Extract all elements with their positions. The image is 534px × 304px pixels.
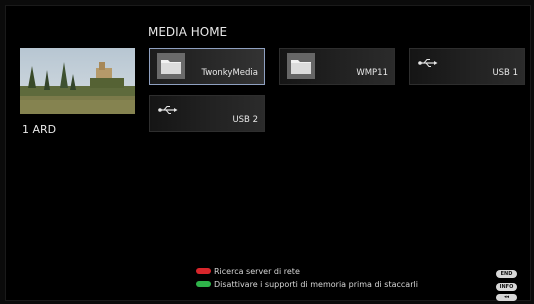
source-label: USB 2 <box>232 115 258 125</box>
source-label: USB 1 <box>492 68 518 78</box>
info-key-icon: INFO <box>496 283 517 291</box>
usb-icon <box>158 106 178 114</box>
hint-green: Disattivare i supporti di memoria prima … <box>196 280 418 289</box>
folder-icon <box>287 53 315 79</box>
channel-label: 1 ARD <box>22 123 57 136</box>
source-tile-usb1[interactable]: USB 1 <box>409 48 525 85</box>
folder-icon <box>157 53 185 79</box>
hint-red: Ricerca server di rete <box>196 267 300 276</box>
back-key-icon: ◂◂ <box>496 294 517 301</box>
usb-icon <box>418 59 438 67</box>
red-button-icon <box>196 267 211 274</box>
landscape-preview-image <box>20 48 135 114</box>
page-title: MEDIA HOME <box>148 25 228 39</box>
source-label: WMP11 <box>356 68 388 78</box>
channel-preview-thumbnail <box>20 48 135 114</box>
hint-green-text: Disattivare i supporti di memoria prima … <box>214 280 418 289</box>
end-key-icon: END <box>496 270 517 278</box>
hint-red-text: Ricerca server di rete <box>214 267 300 276</box>
green-button-icon <box>196 280 211 287</box>
source-tile-twonkymedia[interactable]: TwonkyMedia <box>149 48 265 85</box>
source-tile-usb2[interactable]: USB 2 <box>149 95 265 132</box>
source-tile-wmp11[interactable]: WMP11 <box>279 48 395 85</box>
source-label: TwonkyMedia <box>201 68 258 78</box>
